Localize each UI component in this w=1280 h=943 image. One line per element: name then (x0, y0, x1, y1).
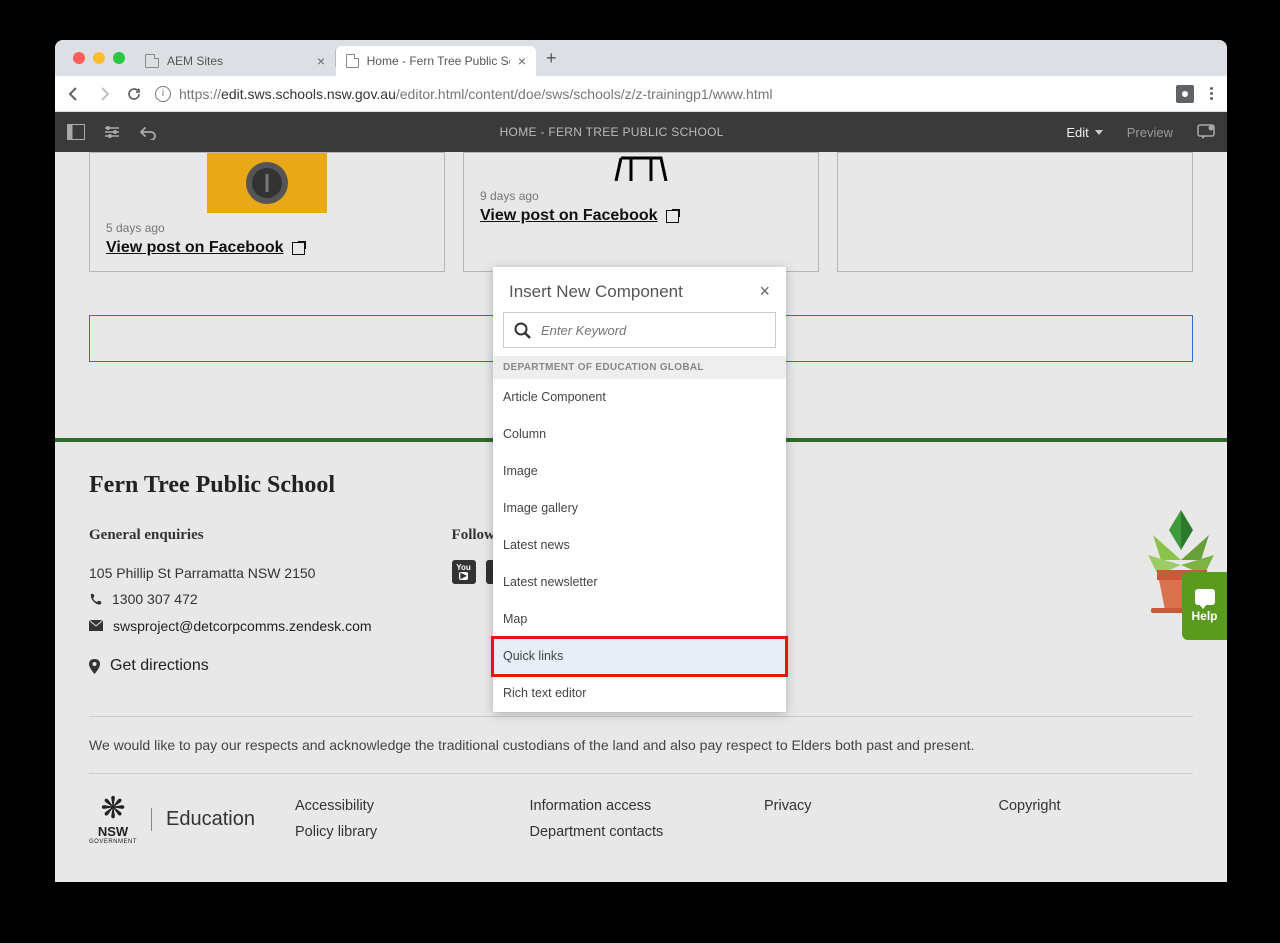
page-icon (346, 54, 359, 68)
card-image (591, 153, 691, 181)
tab-bar: AEM Sites × Home - Fern Tree Public Scho… (55, 40, 1227, 76)
chat-icon (1195, 589, 1215, 605)
extension-icon[interactable] (1176, 85, 1194, 103)
url-text: https://edit.sws.schools.nsw.gov.au/edit… (179, 86, 773, 102)
tab-home-fern-tree[interactable]: Home - Fern Tree Public Scho × (336, 46, 536, 76)
general-enquiries-column: General enquiries 105 Phillip St Parrama… (89, 521, 372, 682)
nsw-education-logo: ❋ NSW GOVERNMENT Education (89, 794, 255, 845)
close-dialog-button[interactable]: × (759, 281, 770, 302)
undo-icon[interactable] (139, 123, 157, 141)
component-item-column[interactable]: Column (493, 416, 786, 453)
component-group-header: DEPARTMENT OF EDUCATION GLOBAL (493, 356, 786, 379)
facebook-card-2[interactable]: 9 days ago View post on Facebook (463, 152, 819, 272)
search-icon (514, 322, 531, 339)
component-item-map[interactable]: Map (493, 601, 786, 638)
browser-menu-button[interactable] (1206, 87, 1217, 100)
footer-link-policy[interactable]: Policy library (295, 824, 490, 840)
insert-component-dialog: Insert New Component × DEPARTMENT OF EDU… (493, 267, 786, 712)
preview-button[interactable]: Preview (1127, 125, 1173, 140)
component-item-latest-news[interactable]: Latest news (493, 527, 786, 564)
facebook-card-1[interactable]: 5 days ago View post on Facebook (89, 152, 445, 272)
component-item-article-component[interactable]: Article Component (493, 379, 786, 416)
footer-link-contacts[interactable]: Department contacts (529, 824, 724, 840)
address-field[interactable]: i https://edit.sws.schools.nsw.gov.au/ed… (155, 86, 1164, 102)
close-window-button[interactable] (73, 52, 85, 64)
facebook-card-3-empty[interactable] (837, 152, 1193, 272)
view-on-facebook-link[interactable]: View post on Facebook (106, 239, 305, 257)
component-item-latest-newsletter[interactable]: Latest newsletter (493, 564, 786, 601)
reload-button[interactable] (125, 85, 143, 103)
side-panel-icon[interactable] (67, 123, 85, 141)
dialog-title: Insert New Component (509, 282, 683, 302)
enquiries-heading: General enquiries (89, 521, 372, 550)
component-item-image-gallery[interactable]: Image gallery (493, 490, 786, 527)
pin-icon (89, 659, 100, 674)
window-controls (63, 52, 135, 64)
forward-button[interactable] (95, 85, 113, 103)
directions-link[interactable]: Get directions (110, 651, 209, 681)
close-tab-icon[interactable]: × (518, 53, 526, 69)
youtube-icon[interactable]: You▶ (452, 560, 476, 584)
footer-link-copyright[interactable]: Copyright (998, 798, 1193, 814)
back-button[interactable] (65, 85, 83, 103)
page-title: HOME - FERN TREE PUBLIC SCHOOL (157, 125, 1066, 139)
card-timestamp: 5 days ago (106, 221, 428, 235)
page-content: 5 days ago View post on Facebook 9 days … (55, 152, 1227, 882)
url-bar: i https://edit.sws.schools.nsw.gov.au/ed… (55, 76, 1227, 112)
external-link-icon (666, 210, 679, 223)
browser-window: AEM Sites × Home - Fern Tree Public Scho… (55, 40, 1227, 882)
phone-icon (89, 593, 102, 606)
facebook-cards-row: 5 days ago View post on Facebook 9 days … (55, 152, 1227, 272)
settings-icon[interactable] (103, 123, 121, 141)
card-timestamp: 9 days ago (480, 189, 802, 203)
waratah-icon: ❋ (89, 794, 137, 824)
search-input[interactable] (541, 323, 765, 338)
chevron-down-icon (1095, 130, 1103, 135)
annotate-icon[interactable] (1197, 123, 1215, 141)
phone-text: 1300 307 472 (112, 586, 198, 613)
page-icon (145, 54, 159, 68)
component-list: Article ComponentColumnImageImage galler… (493, 379, 786, 712)
bottom-footer: ❋ NSW GOVERNMENT Education Accessibility… (89, 773, 1193, 882)
footer-link-info-access[interactable]: Information access (529, 798, 724, 814)
footer-link-accessibility[interactable]: Accessibility (295, 798, 490, 814)
external-link-icon (292, 242, 305, 255)
help-button[interactable]: Help (1182, 572, 1227, 640)
component-search-field[interactable] (503, 312, 776, 348)
edit-mode-dropdown[interactable]: Edit (1066, 125, 1102, 140)
footer-link-privacy[interactable]: Privacy (764, 798, 959, 814)
email-link[interactable]: swsproject@detcorpcomms.zendesk.com (113, 613, 372, 640)
close-tab-icon[interactable]: × (317, 53, 325, 69)
view-on-facebook-link[interactable]: View post on Facebook (480, 207, 679, 225)
new-tab-button[interactable]: + (536, 48, 567, 69)
aem-editor-bar: HOME - FERN TREE PUBLIC SCHOOL Edit Prev… (55, 112, 1227, 152)
tab-label: Home - Fern Tree Public Scho (367, 54, 510, 68)
email-icon (89, 620, 103, 631)
address-text: 105 Phillip St Parramatta NSW 2150 (89, 560, 372, 587)
minimize-window-button[interactable] (93, 52, 105, 64)
maximize-window-button[interactable] (113, 52, 125, 64)
component-item-image[interactable]: Image (493, 453, 786, 490)
component-item-quick-links[interactable]: Quick links (493, 638, 786, 675)
site-info-icon[interactable]: i (155, 86, 171, 102)
card-image (207, 153, 327, 213)
component-item-rich-text-editor[interactable]: Rich text editor (493, 675, 786, 712)
tab-aem-sites[interactable]: AEM Sites × (135, 46, 335, 76)
tab-label: AEM Sites (167, 54, 223, 68)
acknowledgement-text: We would like to pay our respects and ac… (89, 716, 1193, 773)
